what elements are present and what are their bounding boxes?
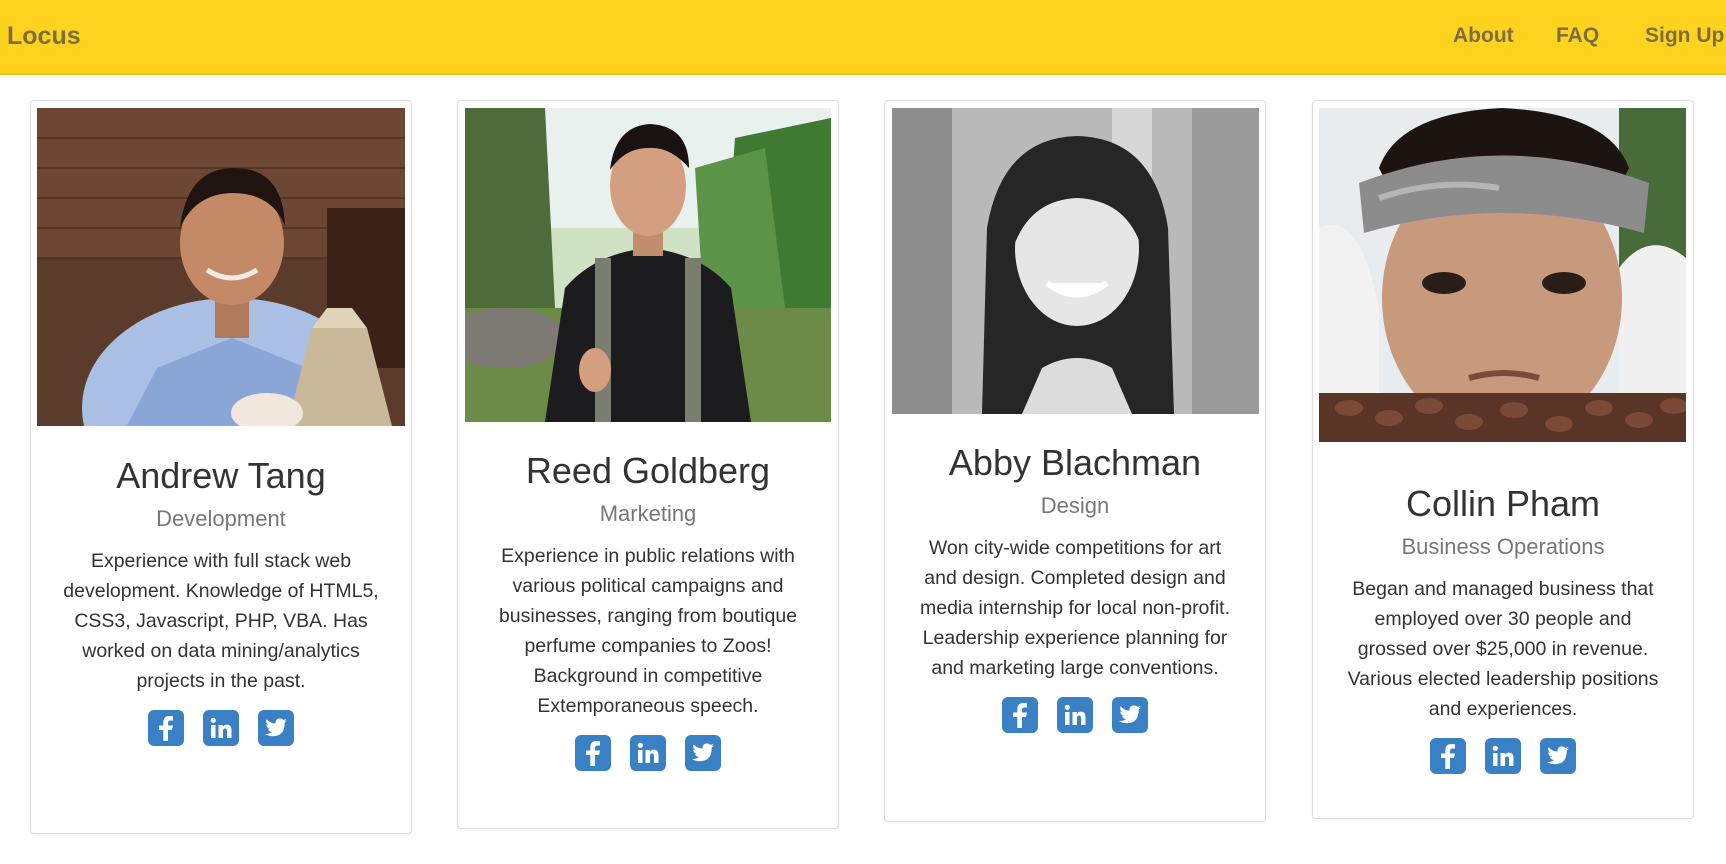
member-bio: Experience in public relations with vari… [498, 545, 798, 717]
member-name: Collin Pham [1405, 483, 1601, 524]
member-role: Business Operations [1401, 534, 1605, 559]
social-links [31, 710, 411, 746]
member-role: Development [156, 506, 286, 531]
member-role: Marketing [599, 501, 697, 526]
facebook-icon[interactable] [148, 710, 184, 746]
top-navbar: Locus About FAQ Sign Up [0, 0, 1726, 75]
brand-logo[interactable]: Locus [7, 22, 81, 51]
team-card-collin-pham: Collin Pham Business Operations Began an… [1312, 100, 1694, 819]
twitter-icon[interactable] [1540, 738, 1576, 774]
team-photo [892, 108, 1259, 414]
nav-link-about[interactable]: About [1453, 24, 1514, 48]
member-bio: Won city-wide competitions for art and d… [920, 537, 1230, 679]
facebook-icon[interactable] [575, 735, 611, 771]
twitter-icon[interactable] [258, 710, 294, 746]
nav-link-signup[interactable]: Sign Up [1645, 24, 1724, 48]
social-links [885, 697, 1265, 733]
member-name: Reed Goldberg [525, 450, 771, 491]
facebook-icon[interactable] [1002, 697, 1038, 733]
team-photo [465, 108, 831, 422]
member-bio: Experience with full stack web developme… [63, 550, 379, 692]
team-card-andrew-tang: Andrew Tang Development Experience with … [30, 100, 412, 834]
member-role: Design [1040, 493, 1110, 518]
social-links [1313, 738, 1693, 774]
member-name: Andrew Tang [116, 455, 326, 496]
linkedin-icon[interactable] [203, 710, 239, 746]
nav-link-faq[interactable]: FAQ [1556, 24, 1599, 48]
facebook-icon[interactable] [1430, 738, 1466, 774]
linkedin-icon[interactable] [1057, 697, 1093, 733]
team-card-reed-goldberg: Reed Goldberg Marketing Experience in pu… [457, 100, 839, 829]
twitter-icon[interactable] [685, 735, 721, 771]
team-photo [37, 108, 405, 426]
member-bio: Began and managed business that employed… [1347, 578, 1659, 720]
member-name: Abby Blachman [948, 442, 1202, 483]
linkedin-icon[interactable] [1485, 738, 1521, 774]
social-links [458, 735, 838, 771]
linkedin-icon[interactable] [630, 735, 666, 771]
team-photo [1319, 108, 1686, 442]
team-card-abby-blachman: Abby Blachman Design Won city-wide compe… [884, 100, 1266, 822]
twitter-icon[interactable] [1112, 697, 1148, 733]
